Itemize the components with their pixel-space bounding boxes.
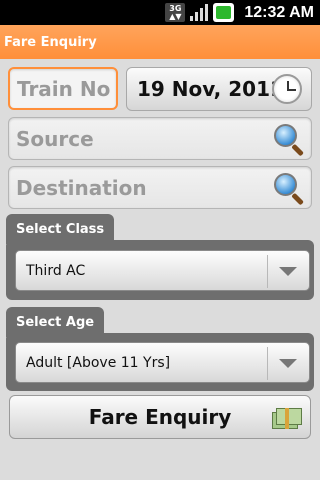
class-group: Third AC <box>6 240 314 300</box>
status-bar: 3G ▲▼ 12:32 AM <box>0 0 320 25</box>
source-input[interactable]: Source <box>8 117 312 160</box>
title-bar: Fare Enquiry <box>0 25 320 59</box>
fare-enquiry-label: Fare Enquiry <box>88 405 232 429</box>
money-icon <box>272 408 302 430</box>
dropdown-arrow-icon <box>279 267 297 276</box>
class-dropdown[interactable]: Third AC <box>15 250 310 291</box>
destination-placeholder: Destination <box>16 175 147 200</box>
destination-input[interactable]: Destination <box>8 166 312 209</box>
age-group-label: Select Age <box>16 314 95 330</box>
search-icon[interactable] <box>272 171 306 206</box>
dropdown-arrow-icon <box>279 359 297 368</box>
date-picker-button[interactable]: 19 Nov, 2011 <box>126 67 312 111</box>
status-time: 12:32 AM <box>244 3 314 21</box>
search-icon[interactable] <box>272 122 306 157</box>
source-placeholder: Source <box>16 126 94 151</box>
class-selected-value: Third AC <box>26 262 86 279</box>
train-number-placeholder: Train No <box>17 76 111 101</box>
battery-icon <box>213 3 235 22</box>
class-group-label: Select Class <box>16 221 105 237</box>
age-dropdown[interactable]: Adult [Above 11 Yrs] <box>15 342 310 383</box>
age-group: Adult [Above 11 Yrs] <box>6 333 314 391</box>
signal-icon <box>189 3 209 22</box>
date-value: 19 Nov, 2011 <box>137 77 284 101</box>
clock-icon <box>272 74 302 104</box>
age-selected-value: Adult [Above 11 Yrs] <box>26 354 171 371</box>
train-number-input[interactable]: Train No <box>8 67 118 110</box>
page-title: Fare Enquiry <box>4 34 97 50</box>
fare-enquiry-button[interactable]: Fare Enquiry <box>9 395 311 439</box>
network-3g-icon: 3G ▲▼ <box>165 3 186 22</box>
